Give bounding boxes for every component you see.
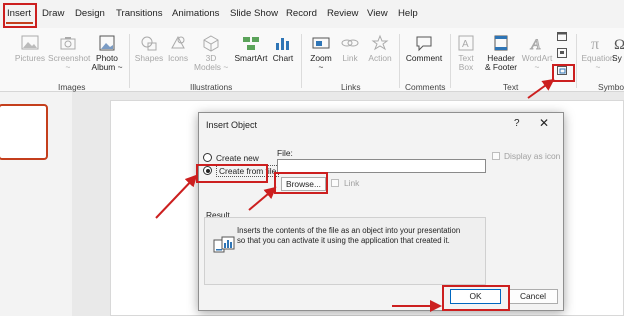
- annotation-arrows: [155, 78, 555, 312]
- arrow-to-create-from-file: [155, 174, 198, 219]
- powerpoint-window: Insert Draw Design Transitions Animation…: [0, 0, 624, 316]
- arrow-to-browse: [248, 186, 277, 211]
- arrow-to-object: [527, 78, 555, 99]
